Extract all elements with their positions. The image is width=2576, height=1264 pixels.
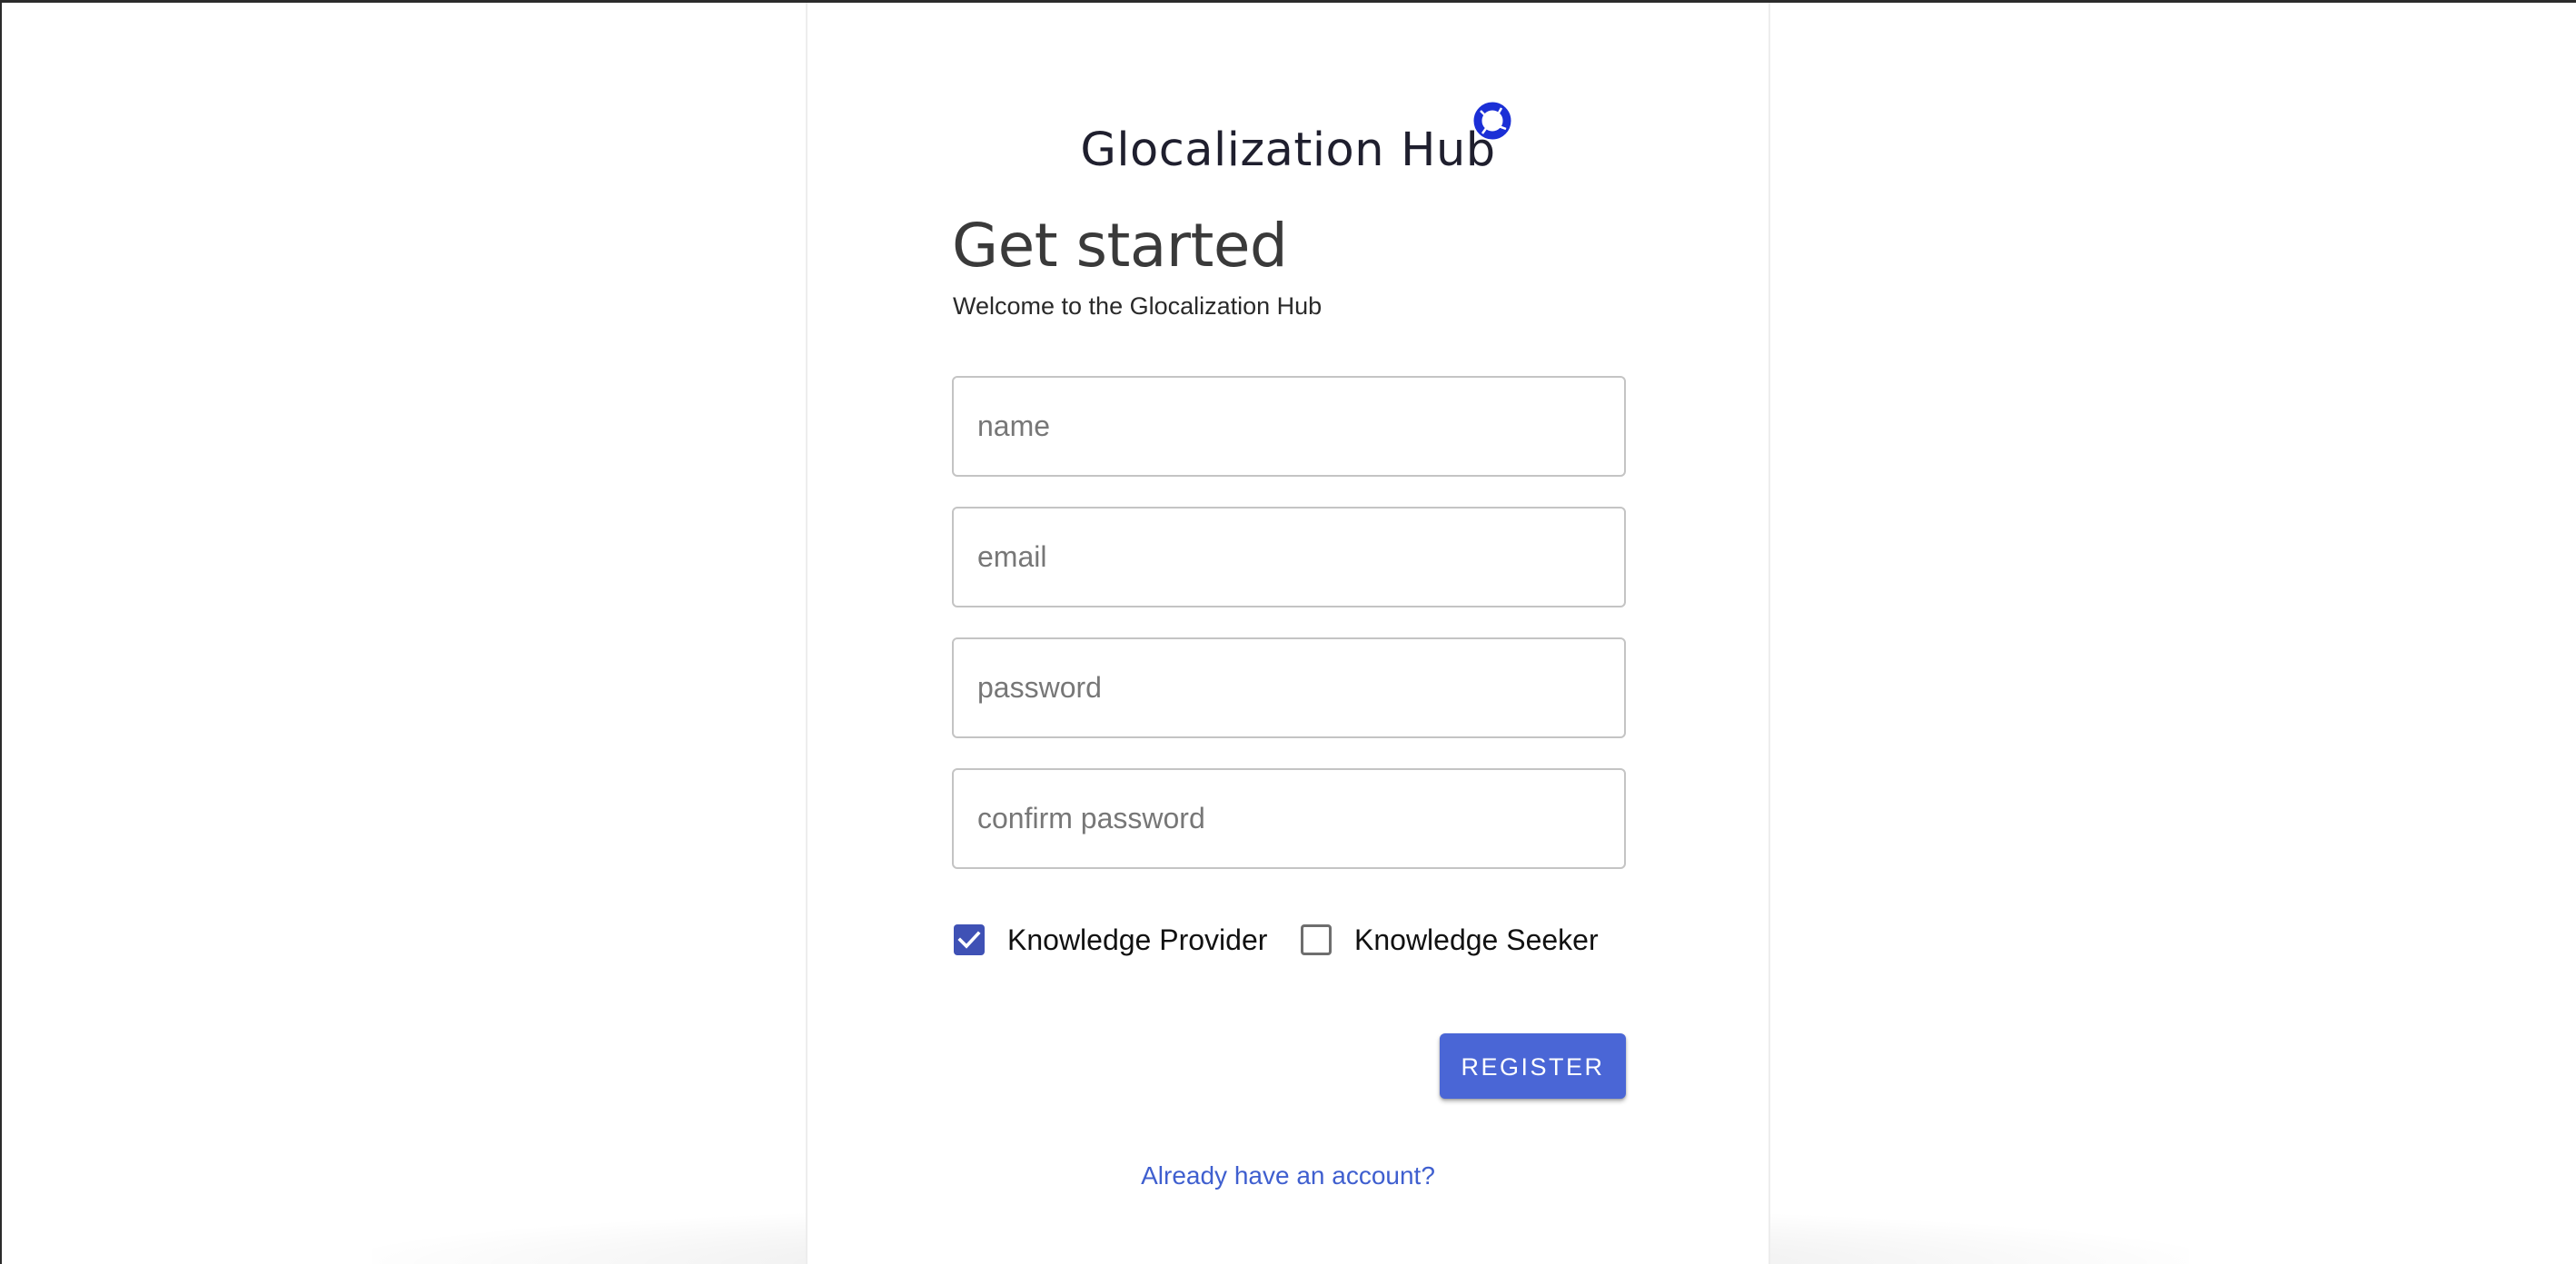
checkbox-unchecked-icon[interactable] <box>1301 924 1332 955</box>
window-left-border <box>0 0 2 1264</box>
register-card: Glocalization Hub Get started Welcome to … <box>806 3 1770 1264</box>
ring-logo-icon <box>1473 102 1511 140</box>
email-field[interactable] <box>952 507 1626 607</box>
register-button[interactable]: REGISTER <box>1440 1033 1626 1099</box>
knowledge-provider-checkbox[interactable]: Knowledge Provider <box>952 922 1270 958</box>
brand-name-part1: Glocalization <box>1080 123 1385 177</box>
confirm-password-field[interactable] <box>952 768 1626 869</box>
knowledge-provider-label: Knowledge Provider <box>1007 923 1268 956</box>
name-field[interactable] <box>952 376 1626 477</box>
page-title: Get started <box>952 211 1288 281</box>
email-input[interactable] <box>954 509 1624 606</box>
name-input[interactable] <box>954 378 1624 475</box>
brand-logo: Glocalization Hub <box>807 119 1769 183</box>
checkbox-checked-icon[interactable] <box>954 924 985 955</box>
password-field[interactable] <box>952 637 1626 738</box>
knowledge-seeker-checkbox[interactable]: Knowledge Seeker <box>1299 922 1608 958</box>
page-subtitle: Welcome to the Glocalization Hub <box>953 292 1323 320</box>
already-have-account-link[interactable]: Already have an account? <box>807 1160 1769 1192</box>
knowledge-seeker-label: Knowledge Seeker <box>1354 923 1599 956</box>
password-input[interactable] <box>954 639 1624 736</box>
confirm-password-input[interactable] <box>954 770 1624 867</box>
